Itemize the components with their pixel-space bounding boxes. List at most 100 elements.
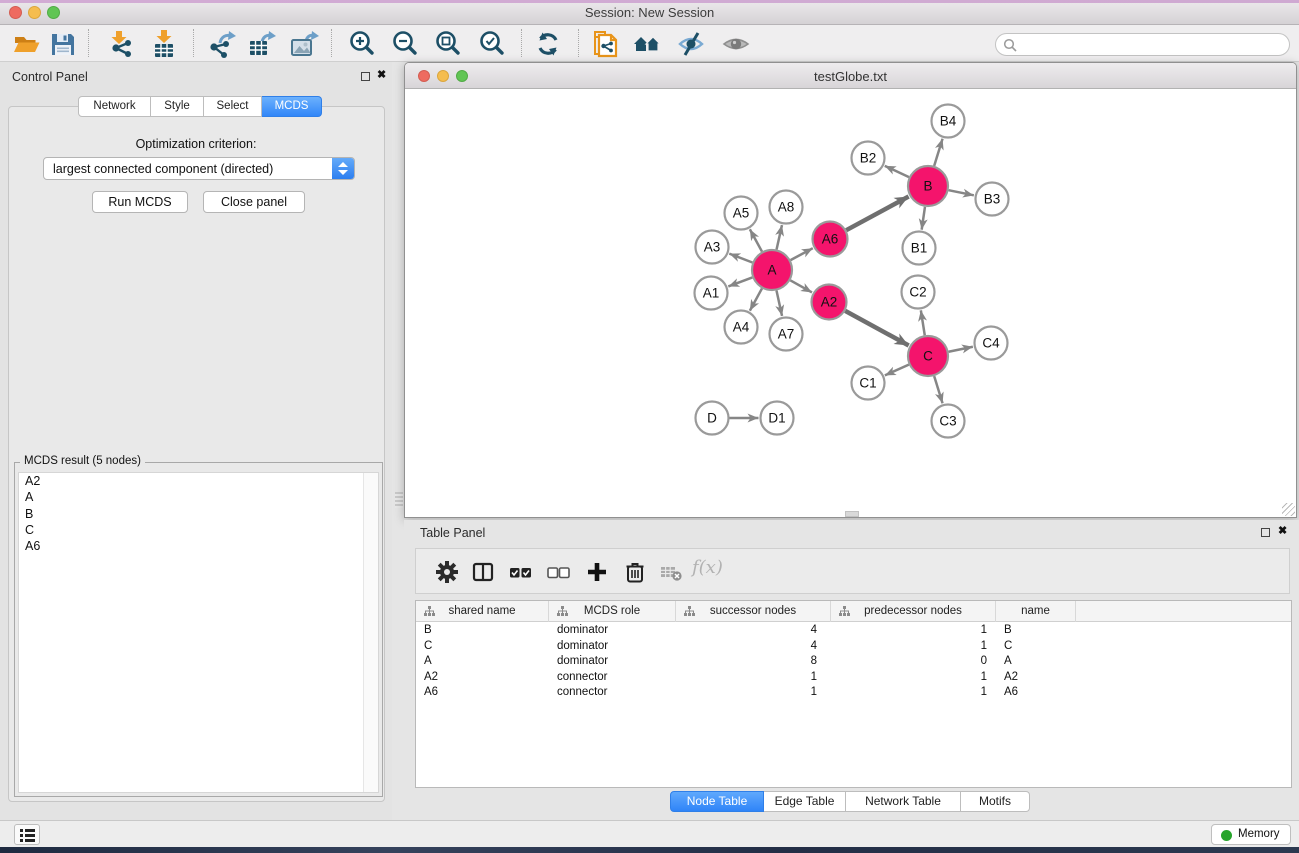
- tab-edge-table[interactable]: Edge Table: [764, 791, 846, 812]
- graph-edge-A6-B[interactable]: [846, 196, 908, 230]
- table-cell[interactable]: A: [416, 654, 549, 670]
- graph-edge-C-C3[interactable]: [934, 376, 942, 403]
- graph-edge-A-A5[interactable]: [750, 229, 762, 251]
- close-panel-icon[interactable]: ✖: [377, 68, 386, 81]
- table-cell[interactable]: A6: [416, 685, 549, 701]
- table-cell[interactable]: dominator: [549, 654, 676, 670]
- tab-network-table[interactable]: Network Table: [846, 791, 961, 812]
- graph-edge-A-A1[interactable]: [728, 277, 752, 286]
- table-cell[interactable]: 1: [831, 670, 996, 686]
- show-all-networks-icon[interactable]: [632, 29, 662, 59]
- graph-edge-B-B4[interactable]: [934, 139, 942, 166]
- table-cell[interactable]: A2: [416, 670, 549, 686]
- table-cell[interactable]: 1: [831, 639, 996, 655]
- graph-edge-C-C4[interactable]: [949, 347, 973, 352]
- settings-gear-icon[interactable]: [434, 559, 460, 585]
- graph-edge-A-A3[interactable]: [729, 254, 752, 263]
- table-cell[interactable]: C: [996, 639, 1076, 655]
- export-table-icon[interactable]: [246, 29, 276, 59]
- table-cell[interactable]: 1: [831, 685, 996, 701]
- result-item[interactable]: A: [19, 489, 378, 505]
- open-session-icon[interactable]: [12, 29, 42, 59]
- table-cell[interactable]: dominator: [549, 623, 676, 639]
- column-header-predecessor-nodes[interactable]: predecessor nodes: [831, 601, 996, 622]
- zoom-fit-icon[interactable]: [433, 29, 463, 59]
- graph-edge-B-B1[interactable]: [922, 207, 925, 230]
- zoom-out-icon[interactable]: [390, 29, 420, 59]
- optimization-criterion-dropdown[interactable]: largest connected component (directed): [43, 157, 355, 180]
- table-cell[interactable]: 4: [676, 639, 831, 655]
- table-cell[interactable]: A: [996, 654, 1076, 670]
- table-row[interactable]: Adominator80A: [416, 654, 1291, 670]
- table-row[interactable]: A2connector11A2: [416, 670, 1291, 686]
- column-header-successor-nodes[interactable]: successor nodes: [676, 601, 831, 622]
- refresh-icon[interactable]: [533, 29, 563, 59]
- result-item[interactable]: A6: [19, 538, 378, 554]
- hide-selected-icon[interactable]: [676, 29, 706, 59]
- table-cell[interactable]: 1: [676, 670, 831, 686]
- result-scrollbar[interactable]: [363, 473, 378, 792]
- tab-motifs[interactable]: Motifs: [961, 791, 1030, 812]
- result-item[interactable]: B: [19, 506, 378, 522]
- search-input[interactable]: [1022, 35, 1282, 54]
- export-image-icon[interactable]: [289, 29, 319, 59]
- graph-edge-A-A7[interactable]: [776, 291, 782, 316]
- table-row[interactable]: Bdominator41B: [416, 623, 1291, 639]
- result-item[interactable]: A2: [19, 473, 378, 489]
- table-cell[interactable]: connector: [549, 685, 676, 701]
- split-columns-icon[interactable]: [470, 559, 496, 585]
- tab-style[interactable]: Style: [151, 96, 204, 117]
- table-cell[interactable]: A6: [996, 685, 1076, 701]
- tab-network[interactable]: Network: [78, 96, 151, 117]
- graph-edge-A-A2[interactable]: [790, 280, 812, 292]
- table-cell[interactable]: 1: [831, 623, 996, 639]
- table-cell[interactable]: A2: [996, 670, 1076, 686]
- table-close-icon[interactable]: ✖: [1278, 524, 1287, 537]
- graph-edge-A-A8[interactable]: [777, 225, 782, 249]
- result-item[interactable]: C: [19, 522, 378, 538]
- window-resize-grip[interactable]: [1282, 503, 1295, 516]
- tab-mcds[interactable]: MCDS: [262, 96, 322, 117]
- close-panel-button[interactable]: Close panel: [203, 191, 305, 213]
- run-mcds-button[interactable]: Run MCDS: [92, 191, 188, 213]
- select-all-icon[interactable]: [508, 559, 534, 585]
- table-cell[interactable]: C: [416, 639, 549, 655]
- table-cell[interactable]: 8: [676, 654, 831, 670]
- table-cell[interactable]: dominator: [549, 639, 676, 655]
- column-header-shared-name[interactable]: shared name: [416, 601, 549, 622]
- table-cell[interactable]: connector: [549, 670, 676, 686]
- table-cell[interactable]: B: [416, 623, 549, 639]
- import-table-icon[interactable]: [149, 29, 179, 59]
- table-cell[interactable]: 0: [831, 654, 996, 670]
- table-float-icon[interactable]: [1261, 528, 1270, 537]
- graph-edge-A2-C[interactable]: [845, 311, 908, 346]
- horizontal-splitter-grip[interactable]: [845, 511, 859, 517]
- save-session-icon[interactable]: [48, 29, 78, 59]
- status-list-button[interactable]: [14, 824, 40, 845]
- graph-edge-A-A6[interactable]: [791, 248, 813, 260]
- zoom-selected-icon[interactable]: [477, 29, 507, 59]
- export-network-icon[interactable]: [207, 29, 237, 59]
- tab-node-table[interactable]: Node Table: [670, 791, 764, 812]
- table-cell[interactable]: B: [996, 623, 1076, 639]
- graph-edge-B-B3[interactable]: [949, 190, 974, 195]
- table-row[interactable]: Cdominator41C: [416, 639, 1291, 655]
- clone-network-icon[interactable]: [590, 29, 620, 59]
- graph-edge-A-A4[interactable]: [750, 288, 762, 310]
- table-cell[interactable]: 1: [676, 685, 831, 701]
- graph-edge-B-B2[interactable]: [885, 166, 909, 177]
- table-row[interactable]: A6connector11A6: [416, 685, 1291, 701]
- show-selected-icon[interactable]: [721, 29, 751, 59]
- column-header-name[interactable]: name: [996, 601, 1076, 622]
- vertical-splitter-grip[interactable]: [395, 492, 403, 508]
- import-network-icon[interactable]: [106, 29, 136, 59]
- add-column-icon[interactable]: [584, 559, 610, 585]
- column-header-MCDS-role[interactable]: MCDS role: [549, 601, 676, 622]
- delete-columns-icon[interactable]: [622, 559, 648, 585]
- unselect-all-icon[interactable]: [546, 559, 572, 585]
- network-canvas[interactable]: B4B2BB3A5A8A6B1A3AA1C2A2A4A7C4CC1C3DD1: [405, 89, 1296, 517]
- graph-edge-C-C2[interactable]: [921, 310, 925, 335]
- memory-button[interactable]: Memory: [1211, 824, 1291, 845]
- float-panel-icon[interactable]: [361, 72, 370, 81]
- zoom-in-icon[interactable]: [347, 29, 377, 59]
